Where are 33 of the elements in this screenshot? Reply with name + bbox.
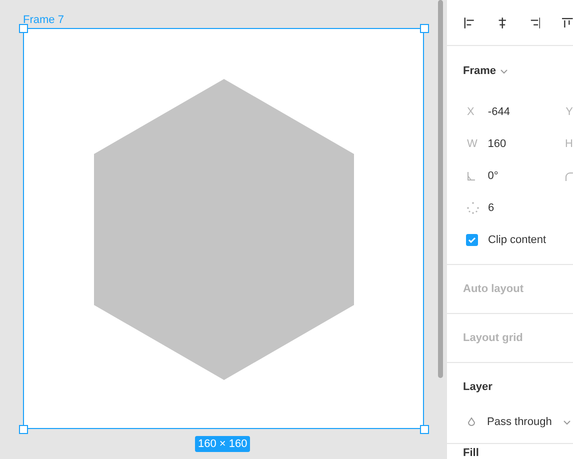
resize-handle[interactable]	[19, 425, 28, 434]
field-label: H	[565, 136, 573, 152]
field-label: Y	[566, 104, 573, 120]
checkbox-label: Clip content	[488, 232, 546, 248]
align-top-icon[interactable]	[562, 16, 573, 28]
droplet-icon	[467, 416, 476, 428]
resize-handle[interactable]	[19, 24, 28, 33]
chevron-down-icon[interactable]	[500, 68, 508, 74]
field-value[interactable]: 6	[488, 200, 566, 216]
align-center-icon[interactable]	[496, 16, 508, 28]
frame[interactable]	[23, 28, 424, 429]
checkbox[interactable]	[466, 234, 478, 246]
frame-label: Frame 7	[23, 13, 64, 27]
dotted-circle-icon	[467, 202, 479, 214]
checkmark-icon	[468, 237, 476, 243]
section-title: Layer	[463, 380, 492, 396]
angle-icon	[467, 172, 475, 180]
resize-handle[interactable]	[420, 425, 429, 434]
section-title: Fill	[463, 447, 479, 459]
blend-mode-dropdown[interactable]: Pass through	[487, 414, 552, 430]
scrollbar-thumb[interactable]	[438, 0, 443, 378]
chevron-down-icon[interactable]	[562, 420, 571, 424]
section-title: Frame	[463, 64, 496, 79]
align-right-icon[interactable]	[530, 16, 540, 28]
size-badge: 160 × 160	[195, 436, 250, 452]
field-value[interactable]: 0°	[488, 168, 566, 184]
field-value[interactable]: -644	[488, 104, 566, 120]
resize-handle[interactable]	[420, 24, 429, 33]
field-label: X	[467, 104, 474, 120]
corner-radius-icon	[565, 172, 573, 180]
field-label: W	[467, 136, 478, 152]
field-value[interactable]: 160	[488, 136, 566, 152]
align-left-icon[interactable]	[464, 16, 475, 28]
